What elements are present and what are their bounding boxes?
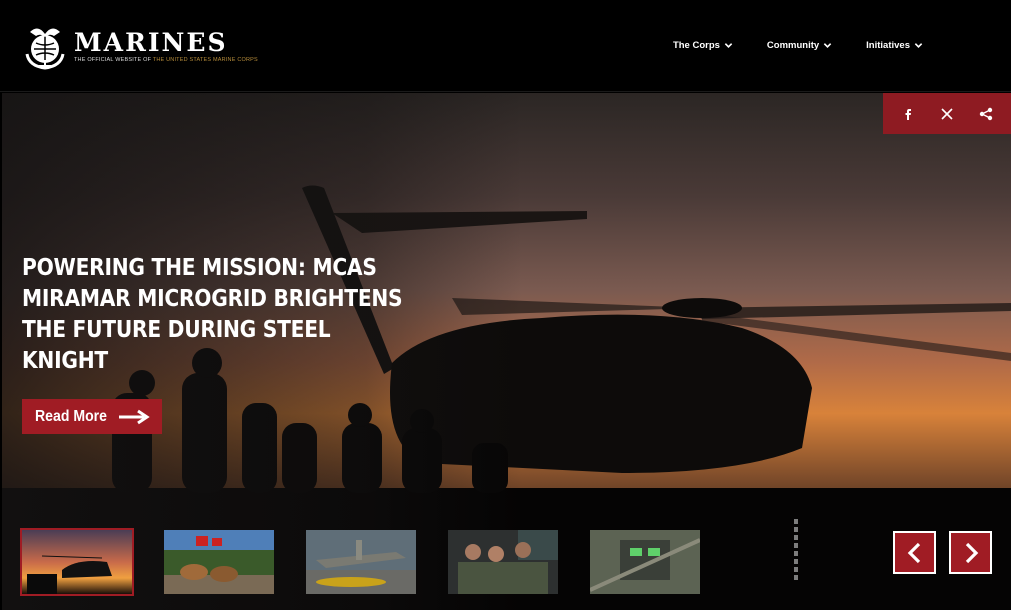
carousel-prev-button[interactable]	[893, 531, 936, 574]
hero-slider: POWERING THE MISSION: MCAS MIRAMAR MICRO…	[2, 93, 1011, 610]
site-header: MARINES THE OFFICIAL WEBSITE OF THE UNIT…	[0, 0, 1011, 92]
eagle-globe-anchor-icon	[25, 28, 65, 70]
logo-tagline-prefix: THE OFFICIAL WEBSITE OF	[74, 56, 152, 63]
main-nav: The Corps Community Initiatives	[673, 40, 923, 51]
hero-headline: POWERING THE MISSION: MCAS MIRAMAR MICRO…	[22, 255, 403, 374]
carousel-next-button[interactable]	[949, 531, 992, 574]
share-icon[interactable]	[979, 107, 993, 121]
thumbnail-image	[164, 530, 274, 594]
thumbnail-image	[22, 530, 132, 594]
logo-tagline: THE OFFICIAL WEBSITE OF THE UNITED STATE…	[74, 57, 258, 63]
chevron-right-icon	[965, 542, 978, 563]
arrow-right-icon	[119, 409, 150, 425]
carousel-thumbnail-4[interactable]	[448, 530, 558, 594]
read-more-label: Read More	[35, 407, 107, 425]
thumbnail-image	[590, 530, 700, 594]
nav-item-the-corps[interactable]: The Corps	[673, 40, 733, 51]
logo-wordmark: MARINES	[74, 27, 228, 57]
carousel-thumbnail-2[interactable]	[164, 530, 274, 594]
nav-item-community[interactable]: Community	[767, 40, 832, 51]
site-logo[interactable]: MARINES THE OFFICIAL WEBSITE OF THE UNIT…	[22, 22, 258, 70]
carousel-thumbnail-5[interactable]	[590, 530, 700, 594]
share-bar	[883, 93, 1011, 134]
thumbnail-image	[306, 530, 416, 594]
carousel-scroll-indicator	[794, 519, 800, 580]
x-icon[interactable]	[940, 107, 954, 121]
chevron-left-icon	[907, 542, 920, 563]
carousel-thumbnail-3[interactable]	[306, 530, 416, 594]
chevron-down-icon	[724, 43, 733, 48]
chevron-down-icon	[914, 43, 923, 48]
nav-label: The Corps	[672, 40, 720, 51]
read-more-button[interactable]: Read More	[22, 399, 162, 434]
nav-item-initiatives[interactable]: Initiatives	[866, 40, 923, 51]
logo-tagline-highlight: THE UNITED STATES MARINE CORPS	[152, 56, 258, 63]
nav-label: Community	[766, 40, 820, 51]
facebook-icon[interactable]	[901, 107, 915, 121]
chevron-down-icon	[823, 43, 832, 48]
carousel-thumbnail-1[interactable]	[20, 528, 134, 596]
thumbnail-image	[448, 530, 558, 594]
nav-label: Initiatives	[866, 40, 910, 51]
